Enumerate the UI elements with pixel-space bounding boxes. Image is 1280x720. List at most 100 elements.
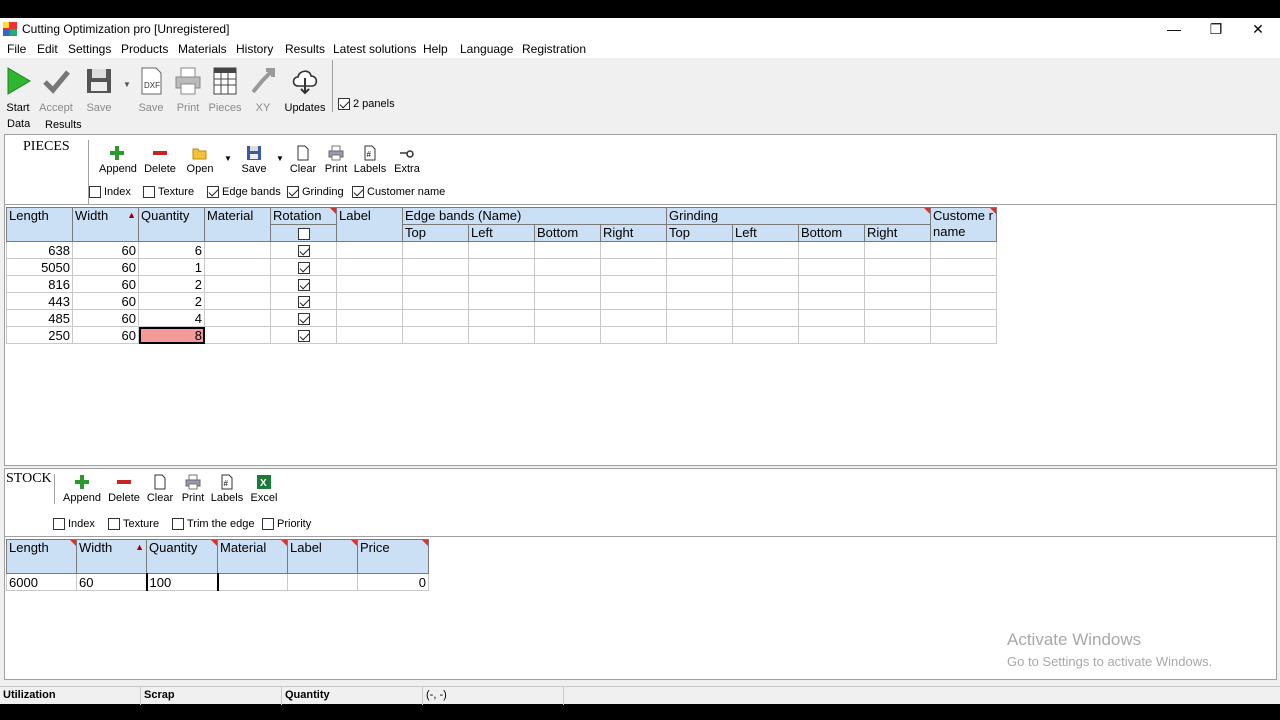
grind-bottom-cell[interactable] [798,292,865,310]
pieces-extra-button[interactable]: Extra [391,145,423,175]
material-cell[interactable] [204,275,271,293]
stock-col-length-header[interactable]: Length [6,539,77,574]
rotation-checkbox[interactable] [297,330,310,343]
menu-results[interactable]: Results [285,42,325,56]
col-edge-bands-header[interactable]: Edge bands (Name) [402,207,667,225]
quantity-cell[interactable]: 2 [138,292,205,310]
grind-left-cell[interactable] [732,326,799,344]
quantity-cell[interactable]: 8 [138,326,205,344]
restore-button[interactable]: ❐ [1196,19,1236,39]
material-cell[interactable] [204,258,271,276]
edge-top-cell[interactable] [402,241,469,259]
minimize-button[interactable]: — [1154,19,1194,39]
pieces-texture-checkbox[interactable]: Texture [143,186,194,198]
edge-bottom-cell[interactable] [534,326,601,344]
label-cell[interactable] [336,326,403,344]
edge-right-cell[interactable] [600,258,667,276]
tab-data[interactable]: Data [7,118,30,130]
length-cell[interactable]: 5050 [6,258,73,276]
label-cell[interactable] [336,258,403,276]
edge-right-cell[interactable] [600,241,667,259]
menu-edit[interactable]: Edit [37,42,58,56]
customer-name-cell[interactable] [930,309,997,327]
grind-right-cell[interactable] [864,326,931,344]
edge-right-header[interactable]: Right [600,224,667,242]
grind-bottom-cell[interactable] [798,309,865,327]
length-cell[interactable]: 443 [6,292,73,310]
length-cell[interactable]: 638 [6,241,73,259]
pieces-customer-name-checkbox[interactable]: Customer name [352,186,445,198]
grind-left-cell[interactable] [732,292,799,310]
save-dropdown-arrow-icon[interactable]: ▼ [276,154,284,163]
grind-right-cell[interactable] [864,241,931,259]
grind-left-cell[interactable] [732,258,799,276]
edge-right-cell[interactable] [600,292,667,310]
two-panels-checkbox[interactable]: 2 panels [338,98,395,110]
stock-col-label-header[interactable]: Label [287,539,358,574]
length-cell[interactable]: 250 [6,326,73,344]
stock-priority-checkbox[interactable]: Priority [262,518,311,530]
stock-col-width-header[interactable]: Width ▲ [76,539,147,574]
customer-name-cell[interactable] [930,275,997,293]
edge-left-cell[interactable] [468,292,535,310]
rotation-cell[interactable] [270,326,337,344]
grind-right-cell[interactable] [864,292,931,310]
edge-right-cell[interactable] [600,326,667,344]
quantity-cell[interactable]: 1 [138,258,205,276]
material-cell[interactable] [204,241,271,259]
grind-left-cell[interactable] [732,309,799,327]
edge-bottom-cell[interactable] [534,241,601,259]
rotation-checkbox[interactable] [297,296,310,309]
width-cell[interactable]: 60 [72,258,139,276]
edge-right-cell[interactable] [600,275,667,293]
pieces-edge-bands-checkbox[interactable]: Edge bands [207,186,281,198]
edge-left-header[interactable]: Left [468,224,535,242]
material-cell[interactable] [204,292,271,310]
label-cell[interactable] [336,309,403,327]
edge-left-cell[interactable] [468,309,535,327]
width-cell[interactable]: 60 [72,326,139,344]
grind-top-cell[interactable] [666,326,733,344]
grind-top-header[interactable]: Top [666,224,733,242]
rotation-checkbox[interactable] [297,262,310,275]
edge-top-cell[interactable] [402,326,469,344]
col-grinding-header[interactable]: Grinding [666,207,931,225]
edge-left-cell[interactable] [468,258,535,276]
label-cell[interactable] [336,241,403,259]
rotation-cell[interactable] [270,292,337,310]
grind-top-cell[interactable] [666,292,733,310]
close-button[interactable]: ✕ [1238,19,1278,39]
open-dropdown-arrow-icon[interactable]: ▼ [224,154,232,163]
edge-top-cell[interactable] [402,258,469,276]
save-dropdown-arrow-icon[interactable]: ▼ [123,80,131,89]
quantity-cell[interactable]: 4 [138,309,205,327]
grind-bottom-cell[interactable] [798,275,865,293]
grind-top-cell[interactable] [666,275,733,293]
grind-left-header[interactable]: Left [732,224,799,242]
grind-bottom-cell[interactable] [798,326,865,344]
stock-length-cell[interactable]: 6000 [6,573,77,591]
stock-price-cell[interactable]: 0 [357,573,429,591]
quantity-cell[interactable]: 6 [138,241,205,259]
rotation-checkbox[interactable] [297,313,310,326]
edge-bottom-header[interactable]: Bottom [534,224,601,242]
pieces-open-button[interactable]: Open [184,145,216,175]
edge-top-cell[interactable] [402,275,469,293]
stock-col-price-header[interactable]: Price [357,539,429,574]
rotation-checkbox[interactable] [297,245,310,258]
edge-left-cell[interactable] [468,326,535,344]
stock-labels-button[interactable]: # Labels [210,474,244,504]
grind-bottom-cell[interactable] [798,258,865,276]
grind-right-cell[interactable] [864,275,931,293]
customer-name-cell[interactable] [930,326,997,344]
pieces-print-button[interactable]: Print [321,145,351,175]
grind-top-cell[interactable] [666,258,733,276]
pieces-save-button[interactable]: Save [239,145,269,175]
stock-delete-button[interactable]: Delete [106,474,142,504]
stock-quantity-cell[interactable]: 100 [145,573,218,591]
menu-language[interactable]: Language [460,42,513,56]
stock-width-cell[interactable]: 60 [76,573,147,591]
stock-excel-button[interactable]: X Excel [249,474,279,504]
menu-history[interactable]: History [236,42,273,56]
grind-right-cell[interactable] [864,258,931,276]
